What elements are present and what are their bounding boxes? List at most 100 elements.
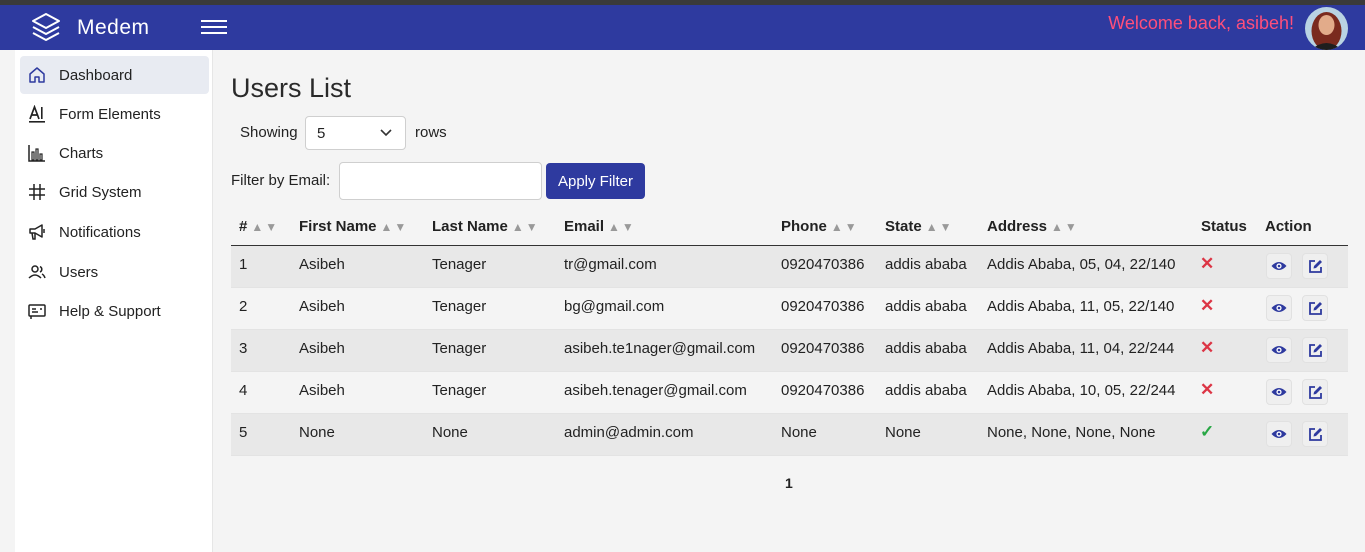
layers-logo-icon[interactable]	[31, 12, 61, 42]
sidebar-item-label: Users	[59, 263, 99, 281]
view-button[interactable]	[1266, 379, 1292, 405]
sidebar-item-form-elements[interactable]: Form Elements	[20, 95, 209, 133]
table-row: 1 Asibeh Tenager tr@gmail.com 0920470386…	[231, 246, 1348, 288]
sidebar-item-users[interactable]: Users	[20, 253, 209, 291]
cell-id: 2	[239, 298, 248, 315]
rows-per-page-select[interactable]: 5	[305, 116, 406, 150]
cell-state: None	[885, 424, 921, 441]
sidebar-item-label: Help & Support	[59, 302, 161, 320]
text-format-icon	[29, 105, 45, 123]
edit-button[interactable]	[1302, 295, 1328, 321]
hamburger-menu-icon[interactable]	[201, 17, 227, 37]
eye-icon	[1271, 304, 1287, 312]
table-header: # ▲▼ First Name ▲▼ Last Name ▲▼ Email ▲▼ Pho…	[231, 206, 1348, 246]
bar-chart-icon	[28, 145, 45, 162]
rows-per-page-value: 5	[317, 125, 326, 142]
edit-icon	[1308, 343, 1322, 357]
avatar[interactable]	[1305, 7, 1348, 50]
navbar: Medem Welcome back, asibeh!	[0, 5, 1365, 50]
cell-email: bg@gmail.com	[564, 298, 665, 315]
column-header-status: Status	[1201, 218, 1247, 235]
filter-email-input[interactable]	[339, 162, 542, 200]
cell-address: Addis Ababa, 10, 05, 22/244	[987, 382, 1176, 399]
cell-email: asibeh.tenager@gmail.com	[564, 382, 747, 399]
cell-first-name: None	[299, 424, 335, 441]
cell-last-name: None	[432, 424, 468, 441]
table-row: 4 Asibeh Tenager asibeh.tenager@gmail.co…	[231, 372, 1348, 414]
edit-icon	[1308, 385, 1322, 399]
eye-icon	[1271, 346, 1287, 354]
column-header-state[interactable]: State ▲▼	[885, 218, 953, 235]
status-inactive-icon: ✕	[1200, 380, 1215, 399]
apply-filter-button[interactable]: Apply Filter	[546, 163, 645, 199]
cell-id: 4	[239, 382, 248, 399]
sort-icon[interactable]: ▲▼	[831, 220, 859, 234]
view-button[interactable]	[1266, 421, 1292, 447]
sort-icon[interactable]: ▲▼	[512, 220, 540, 234]
edit-button[interactable]	[1302, 379, 1328, 405]
column-header-email[interactable]: Email ▲▼	[564, 218, 636, 235]
sidebar-item-grid-system[interactable]: Grid System	[20, 173, 209, 211]
view-button[interactable]	[1266, 337, 1292, 363]
cell-address: Addis Ababa, 11, 04, 22/244	[987, 340, 1175, 357]
chevron-down-icon	[380, 129, 392, 137]
sidebar-item-label: Charts	[59, 144, 104, 162]
cell-state: addis ababa	[885, 256, 967, 273]
view-button[interactable]	[1266, 295, 1292, 321]
sort-icon[interactable]: ▲▼	[251, 220, 279, 234]
column-header-id[interactable]: # ▲▼	[239, 218, 279, 235]
column-header-action: Action	[1265, 218, 1312, 235]
sort-icon[interactable]: ▲▼	[381, 220, 409, 234]
sidebar-item-label: Grid System	[59, 183, 142, 201]
cell-email: tr@gmail.com	[564, 256, 657, 273]
sidebar-item-notifications[interactable]: Notifications	[20, 213, 209, 251]
users-icon	[28, 265, 46, 279]
sidebar-item-label: Dashboard	[59, 66, 133, 84]
filter-email-label: Filter by Email:	[231, 172, 331, 189]
column-header-last-name[interactable]: Last Name ▲▼	[432, 218, 540, 235]
page-title: Users List	[231, 73, 352, 103]
column-header-phone[interactable]: Phone ▲▼	[781, 218, 859, 235]
sidebar-item-label: Notifications	[59, 223, 141, 241]
cell-first-name: Asibeh	[299, 340, 345, 357]
showing-label: Showing	[240, 124, 298, 141]
status-inactive-icon: ✕	[1200, 338, 1215, 357]
edit-button[interactable]	[1302, 421, 1328, 447]
edit-button[interactable]	[1302, 337, 1328, 363]
sort-icon[interactable]: ▲▼	[608, 220, 636, 234]
support-card-icon	[28, 304, 46, 319]
cell-first-name: Asibeh	[299, 298, 345, 315]
column-header-first-name[interactable]: First Name ▲▼	[299, 218, 408, 235]
edit-icon	[1308, 427, 1322, 441]
cell-first-name: Asibeh	[299, 382, 345, 399]
table-row: 2 Asibeh Tenager bg@gmail.com 0920470386…	[231, 288, 1348, 330]
sidebar-item-dashboard[interactable]: Dashboard	[20, 56, 209, 94]
cell-phone: 0920470386	[781, 256, 865, 273]
status-active-icon: ✓	[1200, 422, 1215, 441]
edit-button[interactable]	[1302, 253, 1328, 279]
edit-icon	[1308, 259, 1322, 273]
eye-icon	[1271, 388, 1287, 396]
cell-id: 5	[239, 424, 248, 441]
pagination-page-1[interactable]: 1	[785, 475, 793, 491]
sidebar-item-label: Form Elements	[59, 105, 161, 123]
eye-icon	[1271, 262, 1287, 270]
cell-last-name: Tenager	[432, 298, 487, 315]
home-icon	[29, 67, 45, 83]
sidebar: Dashboard Form Elements Charts Grid Syst…	[15, 50, 213, 552]
table-row: 3 Asibeh Tenager asibeh.te1nager@gmail.c…	[231, 330, 1348, 372]
brand-name[interactable]: Medem	[77, 16, 150, 40]
sort-icon[interactable]: ▲▼	[1051, 220, 1079, 234]
sidebar-item-charts[interactable]: Charts	[20, 134, 209, 172]
status-inactive-icon: ✕	[1200, 254, 1215, 273]
cell-phone: 0920470386	[781, 298, 865, 315]
cell-address: None, None, None, None	[987, 424, 1156, 441]
sidebar-item-help-support[interactable]: Help & Support	[20, 292, 209, 330]
column-header-address[interactable]: Address ▲▼	[987, 218, 1079, 235]
sort-icon[interactable]: ▲▼	[926, 220, 954, 234]
cell-address: Addis Ababa, 11, 05, 22/140	[987, 298, 1175, 315]
status-inactive-icon: ✕	[1200, 296, 1215, 315]
view-button[interactable]	[1266, 253, 1292, 279]
cell-address: Addis Ababa, 05, 04, 22/140	[987, 256, 1176, 273]
cell-state: addis ababa	[885, 298, 967, 315]
